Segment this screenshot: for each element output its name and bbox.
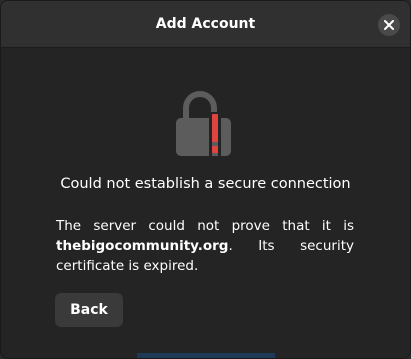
close-button[interactable] (378, 14, 400, 36)
broken-lock-warning-icon (176, 91, 231, 156)
back-button[interactable]: Back (55, 293, 123, 327)
close-icon (384, 20, 394, 30)
background-window-peek (137, 353, 275, 358)
message-prefix: The server could not prove that it is (56, 218, 354, 234)
server-domain: thebigocommunity.org (56, 238, 229, 254)
error-message: The server could not prove that it is th… (56, 216, 354, 276)
dialog-title: Add Account (155, 16, 256, 32)
add-account-dialog: Add Account Could not establish a secure… (0, 0, 411, 359)
titlebar: Add Account (1, 1, 410, 48)
error-heading: Could not establish a secure connection (60, 176, 351, 192)
